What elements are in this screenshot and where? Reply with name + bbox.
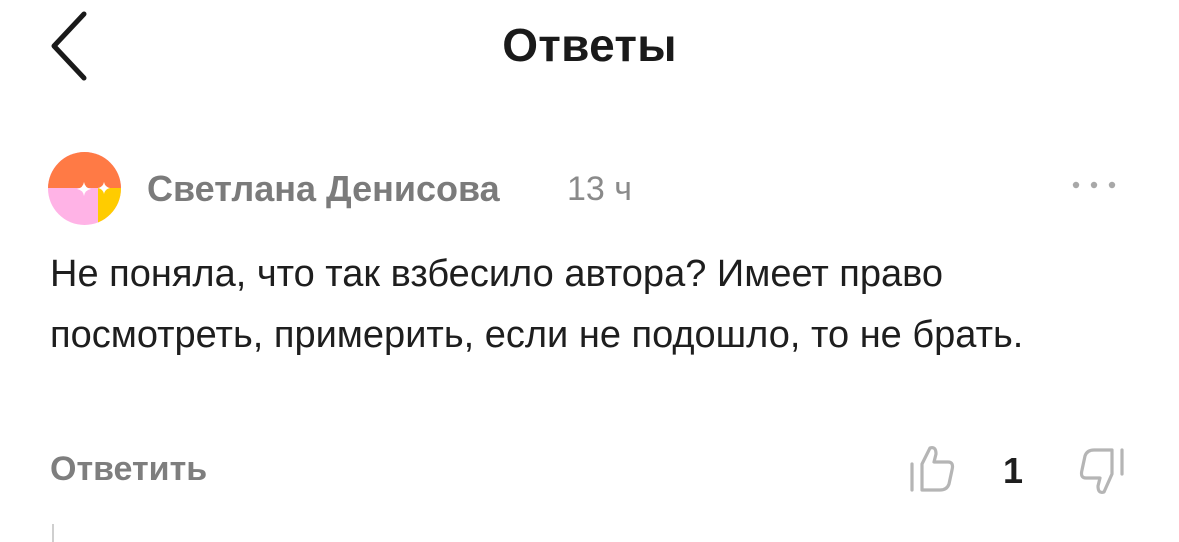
avatar[interactable] xyxy=(48,152,121,225)
like-button[interactable] xyxy=(904,440,962,498)
likes-count: 1 xyxy=(1003,450,1024,491)
avatar-image xyxy=(48,152,121,225)
comment-text: Не поняла, что так взбесило автора? Имее… xyxy=(50,253,1024,356)
dislike-button[interactable] xyxy=(1072,442,1130,500)
comment-time: 13 ч xyxy=(567,170,632,208)
comment-card: Светлана Денисова 13 ч Не поняла, что та… xyxy=(0,140,1179,542)
more-dots-icon xyxy=(1072,181,1116,189)
author-name[interactable]: Светлана Денисова xyxy=(147,168,500,210)
page-title: Ответы xyxy=(502,19,677,71)
reply-button[interactable]: Ответить xyxy=(50,450,207,489)
thumbs-up-icon xyxy=(910,446,955,492)
thread-line xyxy=(52,524,54,542)
thumbs-down-icon xyxy=(1079,448,1124,494)
more-options-button[interactable] xyxy=(1064,170,1124,200)
header: Ответы xyxy=(0,0,1179,100)
